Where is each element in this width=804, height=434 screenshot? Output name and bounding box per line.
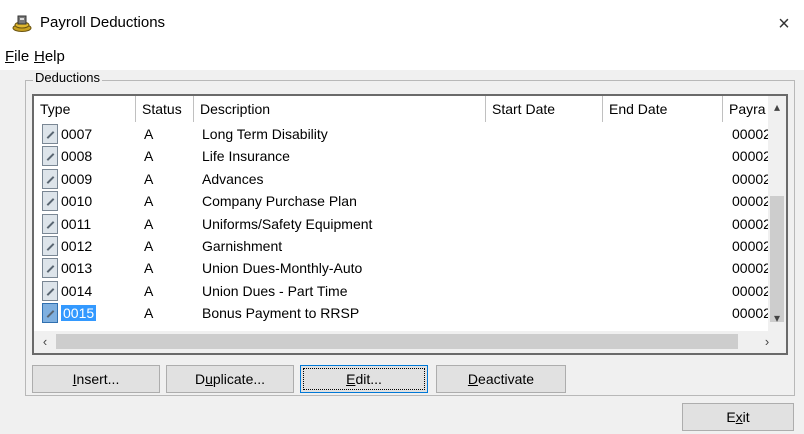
deductions-group-label: Deductions xyxy=(33,70,103,85)
column-header-type[interactable]: Type xyxy=(34,96,136,122)
cell-description: Uniforms/Safety Equipment xyxy=(202,215,373,232)
cell-description: Union Dues-Monthly-Auto xyxy=(202,260,363,277)
cell-payra: 00002 xyxy=(732,193,771,210)
cell-payra: 00002 xyxy=(732,148,771,165)
cell-payra: 00002 xyxy=(732,260,771,277)
cell-status: A xyxy=(144,148,154,165)
cell-status: A xyxy=(144,305,154,322)
menu-help[interactable]: Help xyxy=(34,48,65,65)
table-row[interactable]: 0007 A Long Term Disability 00002 xyxy=(34,123,771,146)
cell-description: Life Insurance xyxy=(202,148,290,165)
cell-status: A xyxy=(144,193,154,210)
cell-type: 0011 xyxy=(61,215,92,232)
insert-button[interactable]: Insert... xyxy=(32,365,160,393)
cell-payra: 00002 xyxy=(732,126,771,142)
cell-payra: 00002 xyxy=(732,238,771,254)
cell-type: 0013 xyxy=(61,260,93,277)
cell-type: 0014 xyxy=(61,282,93,299)
cell-type: 0015 xyxy=(61,305,97,322)
column-header-end-date[interactable]: End Date xyxy=(603,96,723,122)
cell-payra: 00002 xyxy=(732,282,771,299)
deduction-row-icon xyxy=(42,213,58,234)
deduction-row-icon xyxy=(42,280,58,301)
cell-type: 0010 xyxy=(61,193,93,210)
deduction-row-icon xyxy=(42,191,58,212)
cell-payra: 00002 xyxy=(732,305,771,322)
list-header: Type Status Description Start Date End D… xyxy=(34,96,770,122)
payroll-app-icon xyxy=(12,15,32,32)
column-header-description[interactable]: Description xyxy=(194,96,486,122)
horizontal-scrollbar[interactable]: ‹ › xyxy=(34,331,786,353)
scroll-up-icon[interactable]: ▴ xyxy=(768,98,786,116)
deduction-row-icon xyxy=(42,258,58,279)
table-row[interactable]: 0011 A Uniforms/Safety Equipment 00002 xyxy=(34,213,771,236)
close-button[interactable]: × xyxy=(764,8,804,40)
cell-status: A xyxy=(144,260,154,277)
deduction-row-icon xyxy=(42,236,58,256)
cell-description: Garnishment xyxy=(202,238,283,254)
cell-description: Union Dues - Part Time xyxy=(202,282,348,299)
cell-description: Long Term Disability xyxy=(202,126,328,142)
table-row[interactable]: 0008 A Life Insurance 00002 xyxy=(34,145,771,168)
edit-button[interactable]: Edit... xyxy=(300,365,428,393)
table-row[interactable]: 0015 A Bonus Payment to RRSP 00002 xyxy=(34,302,771,325)
cell-status: A xyxy=(144,238,154,254)
vertical-scrollbar[interactable]: ▴ ▾ xyxy=(768,96,786,331)
scroll-left-icon[interactable]: ‹ xyxy=(36,333,54,351)
column-header-start-date[interactable]: Start Date xyxy=(486,96,603,122)
cell-status: A xyxy=(144,170,154,187)
cell-type: 0008 xyxy=(61,148,93,165)
column-header-payra[interactable]: Payra xyxy=(723,96,770,122)
horizontal-scroll-thumb[interactable] xyxy=(56,334,738,349)
window-title: Payroll Deductions xyxy=(40,14,166,31)
cell-status: A xyxy=(144,282,154,299)
deactivate-button[interactable]: Deactivate xyxy=(436,365,566,393)
cell-payra: 00002 xyxy=(732,215,771,232)
table-row[interactable]: 0009 A Advances 00002 xyxy=(34,168,771,191)
cell-type: 0007 xyxy=(61,126,93,142)
duplicate-button[interactable]: Duplicate... xyxy=(166,365,294,393)
deduction-row-icon xyxy=(42,168,58,189)
cell-payra: 00002 xyxy=(732,170,771,187)
cell-description: Advances xyxy=(202,170,264,187)
cell-description: Company Purchase Plan xyxy=(202,193,357,210)
menu-file[interactable]: File xyxy=(5,48,29,65)
cell-status: A xyxy=(144,126,154,142)
table-row[interactable]: 0014 A Union Dues - Part Time 00002 xyxy=(34,280,771,303)
deductions-list[interactable]: Type Status Description Start Date End D… xyxy=(32,94,788,355)
deduction-row-icon xyxy=(42,146,58,167)
vertical-scroll-thumb[interactable] xyxy=(770,196,784,322)
cell-description: Bonus Payment to RRSP xyxy=(202,305,360,322)
cell-status: A xyxy=(144,215,154,232)
menu-bar: File Help xyxy=(0,44,804,70)
table-row[interactable]: 0010 A Company Purchase Plan 00002 xyxy=(34,190,771,213)
table-row[interactable]: 0012 A Garnishment 00002 xyxy=(34,235,771,258)
deduction-row-icon xyxy=(42,303,58,324)
exit-button[interactable]: Exit xyxy=(682,403,794,431)
table-row[interactable]: 0013 A Union Dues-Monthly-Auto 00002 xyxy=(34,257,771,280)
deduction-row-icon xyxy=(42,124,58,144)
scroll-down-icon[interactable]: ▾ xyxy=(768,309,786,327)
cell-type: 0012 xyxy=(61,238,93,254)
cell-type: 0009 xyxy=(61,170,93,187)
column-header-status[interactable]: Status xyxy=(136,96,194,122)
scroll-right-icon[interactable]: › xyxy=(758,333,776,351)
title-bar: Payroll Deductions × xyxy=(0,0,804,44)
